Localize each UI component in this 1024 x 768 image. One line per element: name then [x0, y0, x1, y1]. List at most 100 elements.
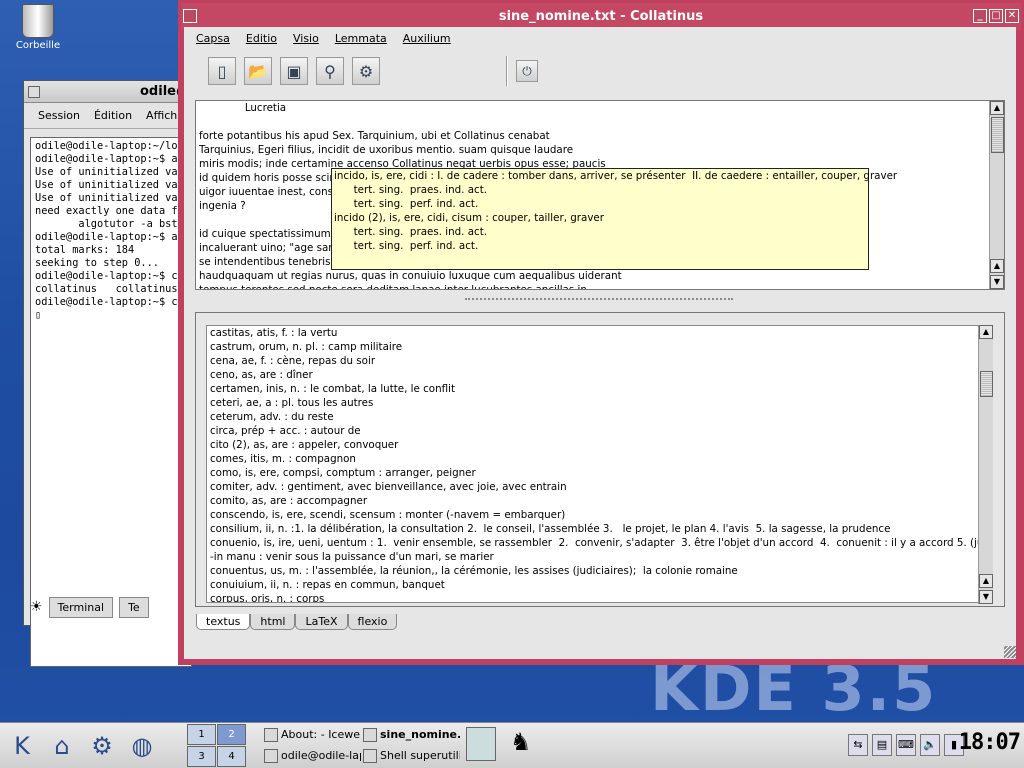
menu-visio[interactable]: Visio	[293, 32, 319, 45]
scroll-down-arrow-icon[interactable]: ▼	[979, 590, 993, 604]
terminal-window[interactable]: odile@ Session Édition Affichage odile@o…	[23, 80, 198, 667]
terminal-line: collatinus collatinus8	[35, 283, 184, 295]
new-file-icon[interactable]: ▯	[208, 57, 236, 85]
quit-icon[interactable]: ⏻	[516, 60, 538, 82]
volume-icon[interactable]: 🔈	[920, 734, 940, 756]
lemma-entry: como, is, ere, compsi, comptum : arrange…	[210, 467, 476, 479]
pager-desktop-1[interactable]: 1	[187, 724, 216, 745]
lemmatize-icon[interactable]: ⚙	[352, 57, 380, 85]
lemma-entry: ceno, as, are : dîner	[210, 369, 313, 381]
pane-splitter-handle[interactable]	[465, 298, 733, 303]
text-line: tempus terentes sed nocte sera deditam l…	[199, 284, 587, 290]
home-folder-icon[interactable]: ⌂	[44, 728, 80, 764]
pager-desktop-2[interactable]: 2	[217, 724, 246, 745]
browser-globe-icon[interactable]: ◍	[124, 728, 160, 764]
lemma-scrollbar[interactable]: ▲ ▲ ▼	[978, 325, 993, 604]
task-button-collatinus[interactable]: sine_nomine.	[361, 724, 460, 745]
terminal-icon	[264, 748, 278, 763]
task-button-shell[interactable]: Shell superutilis	[361, 745, 460, 766]
tab-textus[interactable]: textus	[196, 614, 251, 630]
kde-menu-icon[interactable]: K	[4, 728, 40, 764]
lemma-list[interactable]: castitas, atis, f. : la vertu castrum, or…	[206, 325, 980, 603]
task-label: odile@odile-lap	[281, 749, 361, 762]
menu-capsa[interactable]: Capsa	[196, 32, 230, 45]
terminal-line: seeking to step 0...	[35, 257, 159, 269]
lemma-entry: -in manu : venir sous la puissance d'un …	[210, 551, 494, 563]
lemma-scroll-thumb[interactable]	[980, 371, 993, 397]
task-button-about[interactable]: About: - Icewe	[262, 724, 361, 745]
terminal-titlebar[interactable]: odile@	[24, 81, 192, 103]
menu-session[interactable]: Session	[38, 109, 80, 122]
show-desktop-icon[interactable]	[466, 727, 496, 761]
main-toolbar: ▯ 📂 ▣ ⚲ ⚙ ⏻	[190, 52, 1010, 90]
lemma-tooltip: incido, is, ere, cidi : I. de cadere : t…	[331, 168, 898, 270]
lemma-entry: comito, as, are : accompagner	[210, 495, 368, 507]
terminal-menubar: Session Édition Affichage	[24, 103, 198, 129]
pager-desktop-4[interactable]: 4	[217, 746, 246, 767]
text-scrollbar[interactable]: ▲ ▲ ▼	[989, 101, 1004, 289]
lemma-entry: comes, itis, m. : compagnon	[210, 453, 356, 465]
konqueror-icon[interactable]: ⚙	[84, 728, 120, 764]
menu-auxilium[interactable]: Auxilium	[403, 32, 451, 45]
terminal-icon	[363, 748, 377, 763]
lemma-entry: ceterum, adv. : du reste	[210, 411, 334, 423]
text-line: forte potantibus his apud Sex. Tarquiniu…	[199, 130, 550, 142]
keyboard-layout-icon[interactable]: ⌨	[896, 734, 916, 756]
output-tabs: textus html LaTeX flexio	[196, 614, 398, 630]
terminal-line: total marks: 184	[35, 244, 135, 256]
close-button[interactable]: ✕	[1005, 9, 1019, 23]
scroll-up-arrow-icon[interactable]: ▲	[979, 325, 993, 339]
window-title: sine_nomine.txt - Collatinus	[498, 9, 704, 24]
menu-lemmata[interactable]: Lemmata	[335, 32, 387, 45]
terminal-line: Use of uninitialized val	[35, 179, 184, 191]
save-icon[interactable]: ▣	[280, 57, 308, 85]
tooltip-line: tert. sing. praes. ind. act.	[334, 184, 488, 196]
lemma-entry: ceteri, ae, a : pl. tous les autres	[210, 397, 374, 409]
tab-html[interactable]: html	[250, 614, 296, 630]
text-line: haudquaquam ut regias nurus, quas in con…	[199, 270, 622, 282]
text-line: Tarquinius, Egeri filius, incidit de uxo…	[199, 144, 574, 156]
app-icon	[363, 727, 377, 742]
menu-edition[interactable]: Édition	[94, 109, 132, 122]
gnu-icon[interactable]: ♞	[510, 728, 532, 756]
scroll-up-arrow-icon[interactable]: ▲	[979, 574, 993, 588]
window-titlebar[interactable]: sine_nomine.txt - Collatinus _ □ ✕	[181, 3, 1021, 30]
terminal-tab-2[interactable]: Te	[119, 596, 149, 618]
tab-flexio[interactable]: flexio	[347, 614, 398, 630]
terminal-screen[interactable]: odile@odile-laptop:~/lod odile@odile-lapt…	[30, 137, 192, 667]
lemma-entry: castrum, orum, n. pl. : camp militaire	[210, 341, 403, 353]
text-line	[199, 115, 1000, 129]
tooltip-line: tert. sing. praes. ind. act.	[334, 226, 488, 238]
search-icon[interactable]: ⚲	[316, 57, 344, 85]
lemma-entry: conuiuium, ii, n. : repas en commun, ban…	[210, 579, 445, 591]
tooltip-line: incido, is, ere, cidi : I. de cadere : t…	[334, 170, 898, 182]
app-icon	[264, 727, 278, 742]
clipboard-icon[interactable]: ▤	[872, 734, 892, 756]
maximize-button[interactable]: □	[989, 9, 1003, 23]
scroll-up-arrow-icon[interactable]: ▲	[990, 101, 1004, 115]
lemma-pane: castitas, atis, f. : la vertu castrum, or…	[195, 312, 1005, 607]
new-session-icon[interactable]: ☀	[30, 599, 43, 615]
window-menu-icon[interactable]	[28, 85, 40, 98]
trash-desktop-icon[interactable]: Corbeille	[10, 4, 66, 51]
network-icon[interactable]: ⇆	[848, 734, 868, 756]
lemma-entry: conuenio, is, ire, ueni, uentum : 1. ven…	[210, 537, 980, 549]
task-button-terminal[interactable]: odile@odile-lap	[262, 745, 361, 766]
text-scroll-thumb[interactable]	[991, 117, 1004, 153]
trash-icon	[22, 4, 54, 38]
main-menubar: Capsa Editio Visio Lemmata Auxilium	[184, 28, 1014, 48]
open-folder-icon[interactable]: 📂	[244, 57, 272, 85]
task-list: About: - Icewe sine_nomine. odile@odile-…	[262, 724, 460, 766]
menu-editio[interactable]: Editio	[246, 32, 277, 45]
clock[interactable]: 18:07	[959, 730, 1021, 755]
resize-grip-icon[interactable]	[1004, 646, 1016, 658]
pager-desktop-3[interactable]: 3	[187, 746, 216, 767]
window-menu-button[interactable]	[183, 9, 197, 23]
minimize-button[interactable]: _	[973, 9, 987, 23]
lemma-entry: consilium, ii, n. :1. la délibération, l…	[210, 523, 891, 535]
tab-latex[interactable]: LaTeX	[295, 614, 348, 630]
scroll-down-arrow-icon[interactable]: ▼	[990, 275, 1004, 289]
scroll-up-arrow-icon[interactable]: ▲	[990, 259, 1004, 273]
terminal-tab-1[interactable]: Terminal	[48, 596, 114, 618]
lemma-entry: conuentus, us, m. : l'assemblée, la réun…	[210, 565, 738, 577]
